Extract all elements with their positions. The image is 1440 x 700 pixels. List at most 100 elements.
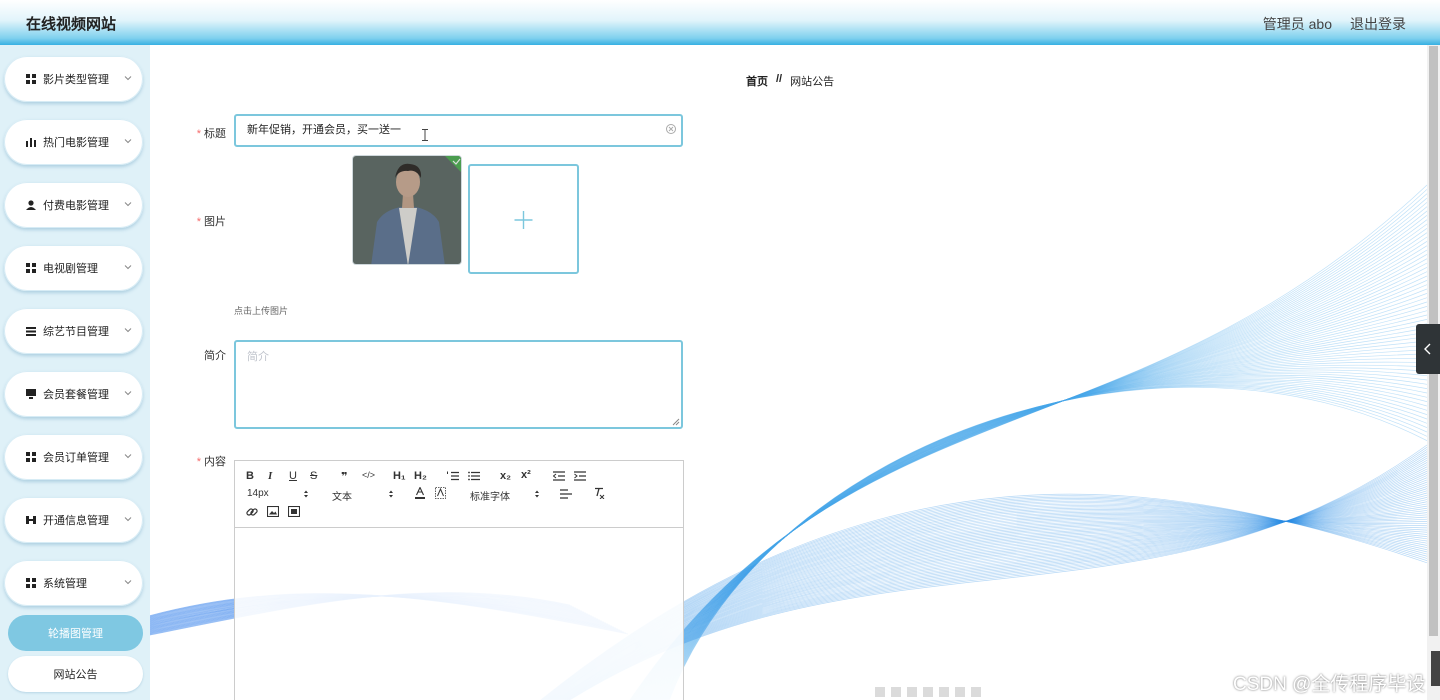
grid-icon	[25, 262, 37, 274]
subscript-button[interactable]: x₂	[500, 470, 511, 482]
image-label: * 图片	[196, 216, 226, 228]
ime-icon	[875, 687, 885, 697]
breadcrumb-current: 网站公告	[790, 76, 835, 88]
sidebar-item-tv-series[interactable]: 电视剧管理	[4, 245, 143, 291]
list-icon	[25, 325, 37, 337]
outdent-icon[interactable]	[553, 471, 565, 481]
select-arrows-icon	[304, 490, 308, 498]
chevron-down-icon	[124, 517, 132, 522]
sidebar-item-label: 热门电影管理	[43, 137, 109, 149]
chevron-down-icon	[124, 454, 132, 459]
image-upload-button[interactable]	[468, 164, 579, 274]
title-input[interactable]: 新年促销，开通会员，买一送一	[234, 114, 683, 147]
sidebar-item-paid-movie[interactable]: 付费电影管理	[4, 182, 143, 228]
bullet-list-icon[interactable]	[468, 471, 480, 481]
select-arrows-icon	[389, 490, 393, 498]
sidebar-item-activation-info[interactable]: 开通信息管理	[4, 497, 143, 543]
secondary-scrollbar-thumb[interactable]	[1431, 651, 1440, 686]
sidebar-subitem-carousel[interactable]: 轮播图管理	[8, 615, 143, 651]
blockquote-button[interactable]: ❞	[341, 470, 347, 483]
font-family-select[interactable]: 标准字体	[470, 488, 510, 503]
uploaded-image-thumbnail[interactable]	[352, 155, 462, 265]
user-icon	[25, 199, 37, 211]
background-color-icon[interactable]	[435, 487, 446, 499]
sidebar-item-hot-movie[interactable]: 热门电影管理	[4, 119, 143, 165]
ime-icon	[939, 687, 949, 697]
grid-icon	[25, 451, 37, 463]
side-panel-toggle[interactable]	[1416, 324, 1440, 374]
ime-icon	[955, 687, 965, 697]
chevron-left-icon	[1424, 343, 1431, 355]
paragraph-select[interactable]: 文本	[332, 488, 352, 503]
sidebar-item-film-type[interactable]: 影片类型管理	[4, 56, 143, 102]
clear-format-icon[interactable]	[593, 487, 605, 499]
grid-icon	[25, 73, 37, 85]
video-icon[interactable]	[288, 506, 300, 517]
intro-label: 简介	[204, 350, 226, 362]
breadcrumb-separator: //	[776, 73, 783, 85]
clear-icon[interactable]	[665, 123, 677, 135]
font-size-select[interactable]: 14px	[247, 488, 269, 499]
title-label: * 标题	[196, 128, 226, 140]
superscript-button[interactable]: x²	[521, 469, 531, 481]
grid-icon	[25, 577, 37, 589]
sidebar-item-label: 付费电影管理	[43, 200, 109, 212]
link-icon[interactable]	[246, 506, 258, 518]
shuffle-icon	[25, 514, 37, 526]
code-block-button[interactable]: </>	[362, 470, 375, 480]
sidebar-item-member-plan[interactable]: 会员套餐管理	[4, 371, 143, 417]
header-user-area: 管理员 abo 退出登录	[1263, 14, 1406, 34]
select-arrows-icon	[535, 490, 539, 498]
italic-button[interactable]: I	[268, 470, 272, 482]
align-icon[interactable]	[560, 489, 572, 499]
editor-toolbar: B I U S ❞ </> H₁ H₂ x₂ x² 14px 文本 标准字体	[235, 461, 683, 528]
plus-icon	[514, 211, 533, 229]
sidebar-item-system[interactable]: 系统管理	[4, 560, 143, 606]
underline-button[interactable]: U	[289, 470, 297, 482]
text-color-icon[interactable]	[415, 487, 425, 499]
intro-textarea[interactable]: 简介	[234, 340, 683, 429]
breadcrumb: 首页 // 网站公告	[746, 73, 834, 89]
watermark: CSDN @全传程序毕设	[1233, 674, 1426, 695]
sidebar-subitem-announcement[interactable]: 网站公告	[8, 656, 143, 692]
chevron-down-icon	[124, 328, 132, 333]
sidebar-item-label: 开通信息管理	[43, 515, 109, 527]
sidebar-item-variety[interactable]: 综艺节目管理	[4, 308, 143, 354]
bold-button[interactable]: B	[246, 470, 254, 482]
monitor-icon	[25, 388, 37, 400]
app-title: 在线视频网站	[26, 16, 117, 33]
sidebar-item-label: 系统管理	[43, 578, 87, 590]
rich-text-editor: B I U S ❞ </> H₁ H₂ x₂ x² 14px 文本 标准字体	[234, 460, 684, 700]
header-1-button[interactable]: H₁	[393, 470, 406, 482]
admin-user-label: 管理员 abo	[1262, 16, 1332, 32]
chevron-down-icon	[124, 202, 132, 207]
logout-link[interactable]: 退出登录	[1350, 14, 1406, 34]
chevron-down-icon	[124, 139, 132, 144]
top-header: 在线视频网站 管理员 abo 退出登录	[0, 0, 1440, 45]
sidebar-item-label: 会员套餐管理	[43, 389, 109, 401]
image-icon[interactable]	[267, 506, 279, 517]
chevron-down-icon	[124, 76, 132, 81]
indent-icon[interactable]	[574, 471, 586, 481]
ime-icon	[907, 687, 917, 697]
sidebar-item-member-order[interactable]: 会员订单管理	[4, 434, 143, 480]
content-label: * 内容	[196, 456, 226, 468]
sidebar: 影片类型管理 热门电影管理 付费电影管理 电视剧管理 综艺节目管理 会员套餐管理…	[0, 45, 150, 700]
strike-button[interactable]: S	[310, 470, 317, 482]
ime-icon	[971, 687, 981, 697]
upload-hint: 点击上传图片	[234, 306, 289, 316]
header-2-button[interactable]: H₂	[414, 470, 427, 482]
sidebar-item-label: 综艺节目管理	[43, 326, 109, 338]
sidebar-item-label: 会员订单管理	[43, 452, 109, 464]
intro-placeholder: 简介	[247, 351, 269, 363]
chevron-down-icon	[124, 391, 132, 396]
ime-toolbar	[875, 684, 1025, 700]
sidebar-item-label: 影片类型管理	[43, 74, 109, 86]
text-cursor-icon	[422, 129, 428, 141]
bar-chart-icon	[25, 136, 37, 148]
breadcrumb-home[interactable]: 首页	[746, 73, 768, 89]
chevron-down-icon	[124, 265, 132, 270]
ordered-list-icon[interactable]	[447, 471, 459, 481]
resize-grip-icon[interactable]	[672, 418, 680, 426]
main-content: 首页 // 网站公告 * 标题 新年促销，开通会员，买一送一 * 图片 点击上传图片…	[150, 45, 1427, 700]
